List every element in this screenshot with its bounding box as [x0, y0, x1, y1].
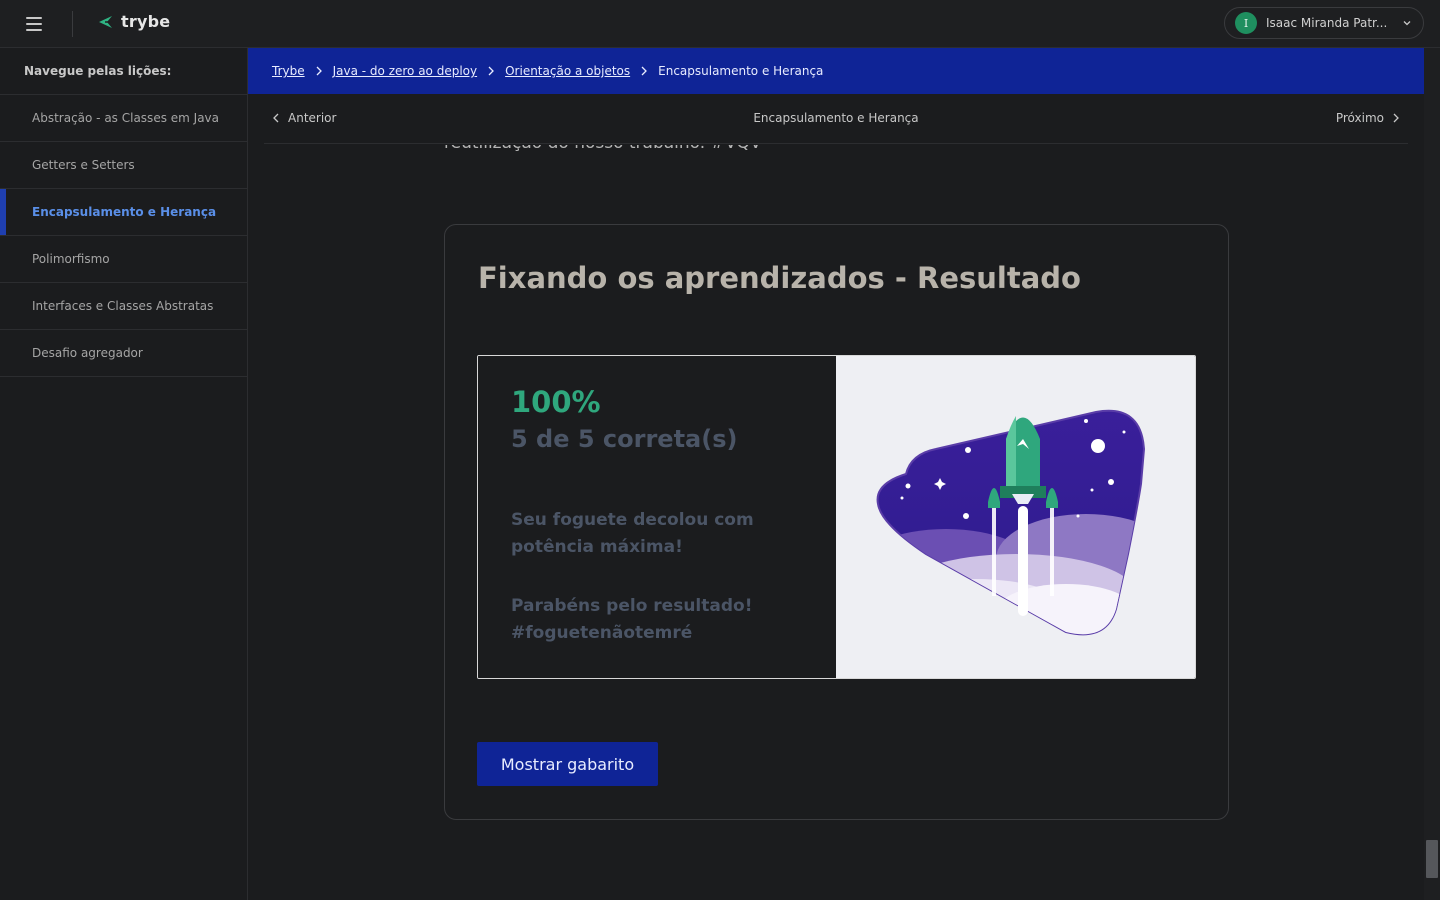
logo-text: trybe [121, 12, 171, 31]
lesson-navigation: Encapsulamento e Herança Anterior Próxim… [264, 94, 1408, 144]
previous-paragraph: reutilização do nosso trabalho. #VQV [444, 145, 761, 153]
result-score: 5 de 5 correta(s) [511, 425, 738, 453]
top-bar: trybe I Isaac Miranda Patr... [0, 0, 1440, 48]
card-title: Fixando os aprendizados - Resultado [478, 261, 1081, 295]
result-percent: 100% [511, 385, 601, 419]
avatar: I [1235, 12, 1257, 34]
next-lesson-link[interactable]: Próximo [1336, 111, 1400, 125]
user-name: Isaac Miranda Patr... [1266, 16, 1388, 30]
breadcrumb-link-course[interactable]: Java - do zero ao deploy [333, 64, 478, 78]
lessons-sidebar: Navegue pelas lições: Abstração - as Cla… [0, 48, 248, 900]
breadcrumb: Trybe Java - do zero ao deploy Orientaçã… [248, 48, 1424, 94]
sidebar-item-desafio[interactable]: Desafio agregador [0, 330, 247, 377]
chevron-right-icon [316, 66, 322, 76]
sidebar-item-encapsulamento[interactable]: Encapsulamento e Herança [0, 189, 247, 236]
result-message-1: Seu foguete decolou com potência máxima! [511, 510, 754, 557]
show-answers-button[interactable]: Mostrar gabarito [477, 742, 658, 786]
trybe-logo-icon [99, 15, 113, 28]
topbar-divider [72, 11, 73, 37]
rocket-illustration [876, 409, 1146, 636]
chevron-right-icon [641, 66, 648, 76]
next-label: Próximo [1335, 111, 1384, 125]
breadcrumb-link-module[interactable]: Orientação a objetos [505, 64, 630, 78]
page-scrollbar[interactable] [1424, 48, 1440, 900]
sidebar-item-polimorfismo[interactable]: Polimorfismo [0, 236, 247, 283]
result-panel: 100% 5 de 5 correta(s) Seu foguete decol… [477, 355, 1196, 679]
result-summary: 100% 5 de 5 correta(s) Seu foguete decol… [478, 356, 836, 678]
result-message-2: Parabéns pelo resultado! #foguetenãotemr… [511, 596, 753, 643]
sidebar-title: Navegue pelas lições: [0, 48, 247, 95]
chevron-right-icon [488, 66, 495, 76]
trybe-logo[interactable]: trybe [97, 12, 170, 31]
menu-icon[interactable] [26, 14, 46, 34]
breadcrumb-link-trybe[interactable]: Trybe [272, 64, 305, 78]
chevron-down-icon [1403, 21, 1411, 26]
sidebar-item-abstracao[interactable]: Abstração - as Classes em Java [0, 95, 247, 142]
sidebar-item-interfaces[interactable]: Interfaces e Classes Abstratas [0, 283, 247, 330]
quiz-result-card: Fixando os aprendizados - Resultado 100%… [444, 224, 1229, 820]
breadcrumb-current: Encapsulamento e Herança [658, 64, 824, 78]
user-menu-button[interactable]: I Isaac Miranda Patr... [1224, 7, 1424, 39]
chevron-right-icon [1393, 113, 1399, 123]
result-illustration [836, 356, 1195, 678]
scrollbar-thumb[interactable] [1426, 840, 1438, 878]
sidebar-item-getters-setters[interactable]: Getters e Setters [0, 142, 247, 189]
previous-lesson-link[interactable]: Anterior [272, 111, 336, 125]
previous-label: Anterior [288, 111, 337, 125]
lesson-nav-title: Encapsulamento e Herança [753, 111, 919, 125]
lesson-content: reutilização do nosso trabalho. #VQV Fix… [248, 145, 1424, 900]
chevron-left-icon [273, 113, 279, 123]
